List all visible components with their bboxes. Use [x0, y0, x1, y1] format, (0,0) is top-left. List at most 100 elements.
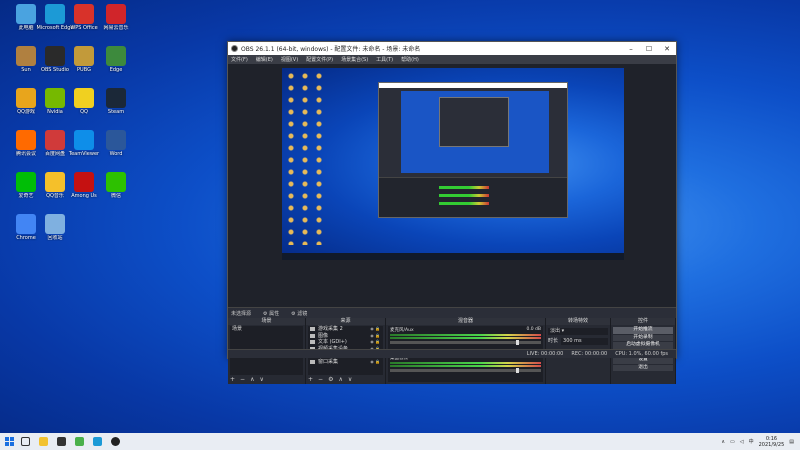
menu-item[interactable]: 场景集合(S): [341, 56, 368, 63]
source-type-icon: [310, 340, 315, 345]
app-icon: [74, 4, 94, 24]
menu-item[interactable]: 文件(F): [231, 56, 248, 63]
network-icon[interactable]: ▭: [730, 439, 735, 445]
start-button[interactable]: [5, 437, 14, 446]
taskbar: ∧ ▭ ◁ 中 0:16 2021/9/25 ▤: [0, 433, 800, 450]
desktop-icon-label: Steam: [107, 109, 125, 115]
close-icon[interactable]: ✕: [658, 45, 676, 53]
source-up-button[interactable]: ∧: [338, 376, 342, 384]
controls-title: 控件: [611, 318, 675, 325]
search-icon[interactable]: [21, 437, 30, 446]
scenes-title: 场景: [228, 318, 305, 325]
file-explorer-icon[interactable]: [39, 437, 48, 446]
maximize-icon[interactable]: ☐: [640, 45, 658, 53]
menu-item[interactable]: 工具(T): [376, 56, 393, 63]
desktop-icon-label: 回收站: [47, 235, 63, 241]
source-item[interactable]: 窗口采集 ◉ 🔒: [308, 359, 383, 366]
mixer-title: 混音器: [386, 318, 545, 325]
transitions-title: 转场特效: [546, 318, 610, 325]
level-meter: [390, 337, 541, 339]
remove-scene-button[interactable]: −: [240, 376, 245, 384]
notification-icon[interactable]: ▤: [789, 439, 794, 445]
app-icon: [106, 46, 126, 66]
edge-icon[interactable]: [93, 437, 102, 446]
context-bar: 未选择源 ⚙ 属性 ⚙ 滤镜: [228, 307, 676, 318]
preview-area: [228, 64, 676, 307]
menu-item[interactable]: 视图(V): [281, 56, 298, 63]
obs-window[interactable]: OBS 26.1.1 (64-bit, windows) - 配置文件: 未命名…: [227, 41, 677, 384]
obs-taskbar-icon[interactable]: [111, 437, 120, 446]
app-icon: [106, 4, 126, 24]
desktop-icon-label: Word: [109, 151, 123, 157]
control-button[interactable]: 开始推流: [613, 327, 673, 334]
minimize-icon[interactable]: –: [622, 45, 640, 53]
app-icon[interactable]: [75, 437, 84, 446]
rec-status: REC: 00:00:00: [571, 351, 608, 357]
desktop-icon[interactable]: Word: [96, 130, 136, 157]
level-meter: [390, 362, 541, 364]
add-scene-button[interactable]: +: [230, 376, 235, 384]
app-icon: [16, 46, 36, 66]
volume-icon[interactable]: ◁: [740, 439, 744, 445]
app-icon: [106, 130, 126, 150]
tray-chevron-icon[interactable]: ∧: [721, 439, 725, 445]
desktop-icon[interactable]: Edge: [96, 46, 136, 73]
scene-up-button[interactable]: ∧: [250, 376, 254, 384]
desktop-icon[interactable]: 网易云音乐: [96, 4, 136, 31]
volume-slider[interactable]: [390, 368, 541, 373]
visibility-lock-icon[interactable]: ◉ 🔒: [370, 359, 380, 366]
menu-item[interactable]: 帮助(H): [401, 56, 419, 63]
app-icon: [45, 88, 65, 108]
app-icon: [45, 214, 65, 234]
control-button[interactable]: 启动虚拟摄像机: [613, 342, 673, 349]
app-icon: [106, 172, 126, 192]
store-icon[interactable]: [57, 437, 66, 446]
volume-slider[interactable]: [390, 340, 541, 345]
desktop-icon[interactable]: 微信: [96, 172, 136, 199]
source-settings-icon[interactable]: ⚙: [328, 376, 333, 384]
obs-logo-icon: [231, 45, 238, 52]
control-button[interactable]: 开始录制: [613, 334, 673, 341]
duration-label: 时长: [548, 338, 559, 344]
source-down-button[interactable]: ∨: [348, 376, 352, 384]
app-icon: [106, 88, 126, 108]
desktop-icon[interactable]: 回收站: [35, 214, 75, 241]
filters-button[interactable]: ⚙ 滤镜: [291, 310, 307, 317]
app-icon: [45, 172, 65, 192]
app-icon: [74, 172, 94, 192]
source-type-icon: [310, 359, 315, 364]
scene-down-button[interactable]: ∨: [259, 376, 263, 384]
menu-item[interactable]: 编辑(E): [256, 56, 273, 63]
desktop-icon-label: 微信: [110, 193, 121, 199]
duration-input[interactable]: 300 ms: [561, 338, 608, 345]
status-bar: LIVE: 00:00:00 REC: 00:00:00 CPU: 1.0%, …: [228, 349, 676, 358]
desktop-icon-label: 网易云音乐: [103, 25, 129, 31]
clock[interactable]: 0:16 2021/9/25: [759, 436, 785, 448]
preview-canvas[interactable]: [282, 68, 624, 260]
level-meter: [390, 334, 541, 336]
properties-button[interactable]: ⚙ 属性: [263, 310, 279, 317]
menu-item[interactable]: 配置文件(P): [306, 56, 333, 63]
cpu-status: CPU: 1.0%, 60.00 fps: [615, 351, 668, 357]
source-type-icon: [310, 333, 315, 338]
obs-titlebar[interactable]: OBS 26.1.1 (64-bit, windows) - 配置文件: 未命名…: [228, 42, 676, 55]
remove-source-button[interactable]: −: [318, 376, 323, 384]
add-source-button[interactable]: +: [308, 376, 313, 384]
level-meter: [390, 365, 541, 367]
scene-item[interactable]: 场景: [230, 326, 303, 333]
desktop-icon[interactable]: Steam: [96, 88, 136, 115]
preview-taskbar: [282, 253, 624, 260]
app-icon: [16, 214, 36, 234]
app-icon: [45, 46, 65, 66]
app-icon: [16, 130, 36, 150]
preview-desktop-icons: [284, 70, 328, 245]
source-label: 窗口采集: [318, 358, 339, 365]
control-button[interactable]: 退出: [613, 364, 673, 371]
app-icon: [16, 172, 36, 192]
source-type-icon: [310, 327, 315, 332]
live-status: LIVE: 00:00:00: [526, 351, 564, 357]
transition-select[interactable]: 淡出 ▾: [548, 328, 608, 335]
lang-indicator[interactable]: 中: [749, 438, 754, 445]
app-icon: [16, 88, 36, 108]
sources-title: 来源: [306, 318, 385, 325]
